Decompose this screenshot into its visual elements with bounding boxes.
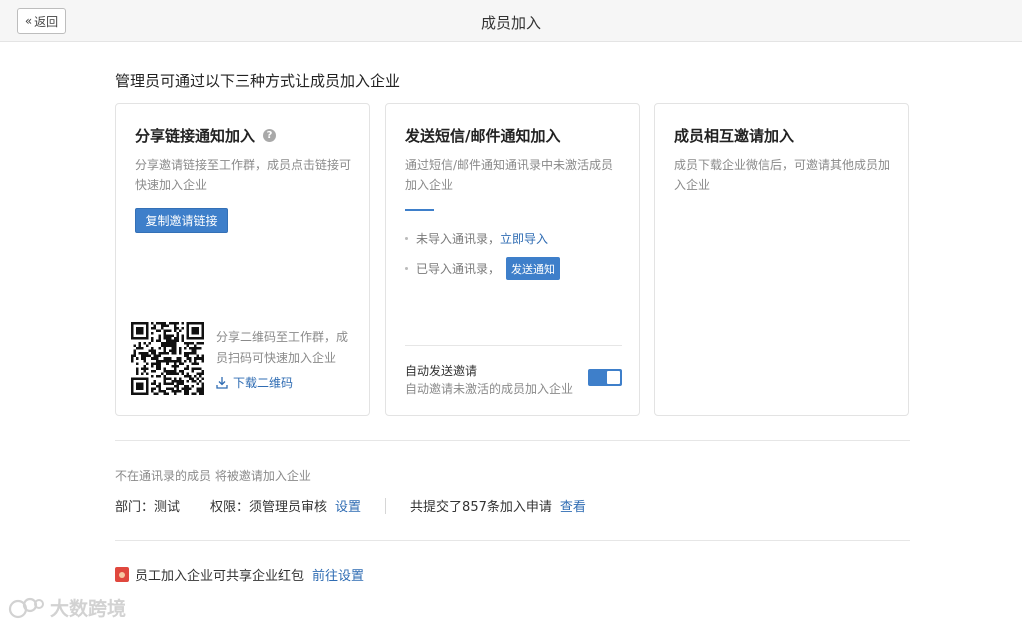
- copy-invite-link-button[interactable]: 复制邀请链接: [135, 208, 228, 233]
- help-icon[interactable]: ?: [263, 129, 277, 142]
- download-qr-link[interactable]: 下载二维码: [216, 374, 293, 391]
- watermark-text: 大数跨境: [50, 598, 127, 620]
- auto-invite-toggle[interactable]: [588, 369, 622, 386]
- intro-text: 管理员可通过以下三种方式让成员加入企业: [115, 72, 401, 90]
- page-title: 成员加入: [480, 14, 541, 32]
- share-card-desc: 分享邀请链接至工作群，成员点击链接可快速加入企业: [135, 158, 352, 192]
- qr-code-image: [131, 322, 204, 395]
- accent-divider: [405, 209, 434, 211]
- toggle-knob: [607, 371, 620, 384]
- mutual-card-title: 成员相互邀请加入: [674, 127, 795, 145]
- sms-card-desc: 通过短信/邮件通知通讯录中未激活成员加入企业: [405, 158, 614, 192]
- imported-text: 已导入通讯录，: [416, 262, 501, 276]
- red-packet-icon: [115, 567, 129, 582]
- share-card-title-text: 分享链接通知加入: [135, 127, 256, 145]
- share-link-card: 分享链接通知加入 ? 分享邀请链接至工作群，成员点击链接可快速加入企业 复制邀请…: [115, 103, 370, 416]
- department-text: 部门：测试: [115, 500, 181, 515]
- submitted-requests-text: 共提交了857条加入申请: [410, 500, 552, 515]
- top-bar: « 返回 成员加入: [0, 0, 1022, 42]
- bullet-icon: [405, 237, 408, 240]
- card-divider: [405, 345, 622, 346]
- non-contact-note: 不在通讯录的成员 将被邀请加入企业: [115, 469, 311, 483]
- not-imported-row: 未导入通讯录， 立即导入: [405, 230, 548, 247]
- bullet-icon: [405, 267, 408, 270]
- permission-text: 权限：须管理员审核: [210, 500, 328, 515]
- permission-settings-link[interactable]: 设置: [335, 496, 361, 515]
- settings-row: 部门：测试 权限：须管理员审核 设置 共提交了857条加入申请 查看: [115, 496, 586, 515]
- section-divider: [115, 440, 910, 441]
- imported-row: 已导入通讯录， 发送通知: [405, 257, 561, 280]
- download-icon: [216, 377, 228, 389]
- auto-invite-desc: 自动邀请未激活的成员加入企业: [405, 382, 574, 396]
- watermark-logo-icon: [8, 597, 44, 618]
- go-settings-link[interactable]: 前往设置: [312, 565, 364, 584]
- mutual-invite-card: 成员相互邀请加入 成员下载企业微信后，可邀请其他成员加入企业: [654, 103, 909, 416]
- auto-invite-title: 自动发送邀请: [405, 364, 478, 378]
- sms-card-title: 发送短信/邮件通知加入: [405, 127, 561, 145]
- watermark: 大数跨境: [8, 594, 126, 621]
- red-packet-text: 员工加入企业可共享企业红包: [135, 569, 305, 584]
- send-notice-button[interactable]: 发送通知: [506, 257, 561, 280]
- section-divider: [115, 540, 910, 541]
- import-now-link[interactable]: 立即导入: [500, 230, 548, 247]
- mutual-card-desc: 成员下载企业微信后，可邀请其他成员加入企业: [674, 158, 891, 192]
- view-requests-link[interactable]: 查看: [560, 496, 586, 515]
- download-qr-label: 下载二维码: [233, 376, 294, 390]
- share-card-title: 分享链接通知加入 ?: [135, 125, 277, 146]
- not-imported-text: 未导入通讯录，: [416, 232, 501, 246]
- red-packet-row: 员工加入企业可共享企业红包 前往设置: [115, 565, 364, 584]
- vertical-separator: [385, 497, 387, 514]
- sms-email-card: 发送短信/邮件通知加入 通过短信/邮件通知通讯录中未激活成员加入企业 未导入通讯…: [385, 103, 640, 416]
- qr-desc: 分享二维码至工作群，成员扫码可快速加入企业: [216, 330, 349, 365]
